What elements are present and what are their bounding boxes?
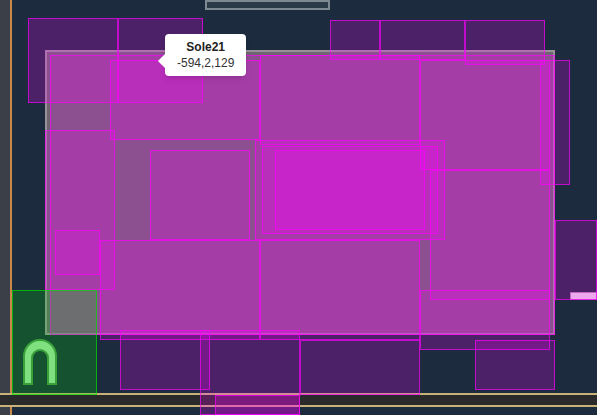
terrain-left-strip	[0, 0, 12, 415]
claim-region[interactable]	[380, 20, 465, 60]
claim-region[interactable]	[260, 55, 420, 145]
claim-region[interactable]	[475, 340, 555, 390]
claim-region[interactable]	[260, 240, 420, 340]
building-top	[205, 0, 330, 10]
claim-region[interactable]	[100, 240, 260, 340]
claim-region[interactable]	[120, 330, 210, 390]
tooltip-title: Sole21	[177, 39, 234, 55]
claim-region[interactable]	[275, 150, 425, 230]
claim-region[interactable]	[300, 340, 420, 395]
claim-region[interactable]	[420, 60, 550, 170]
claim-region[interactable]	[150, 150, 250, 240]
map-canvas[interactable]: Sole21 -594,2,129	[0, 0, 597, 415]
claim-region[interactable]	[330, 20, 380, 60]
claim-region[interactable]	[430, 170, 550, 300]
claim-region[interactable]	[540, 60, 570, 185]
claim-region[interactable]	[215, 395, 300, 415]
claim-region[interactable]	[55, 230, 100, 275]
tooltip-coords: -594,2,129	[177, 55, 234, 71]
portal-icon	[20, 336, 60, 386]
claim-region[interactable]	[555, 220, 597, 300]
tooltip: Sole21 -594,2,129	[165, 34, 246, 76]
